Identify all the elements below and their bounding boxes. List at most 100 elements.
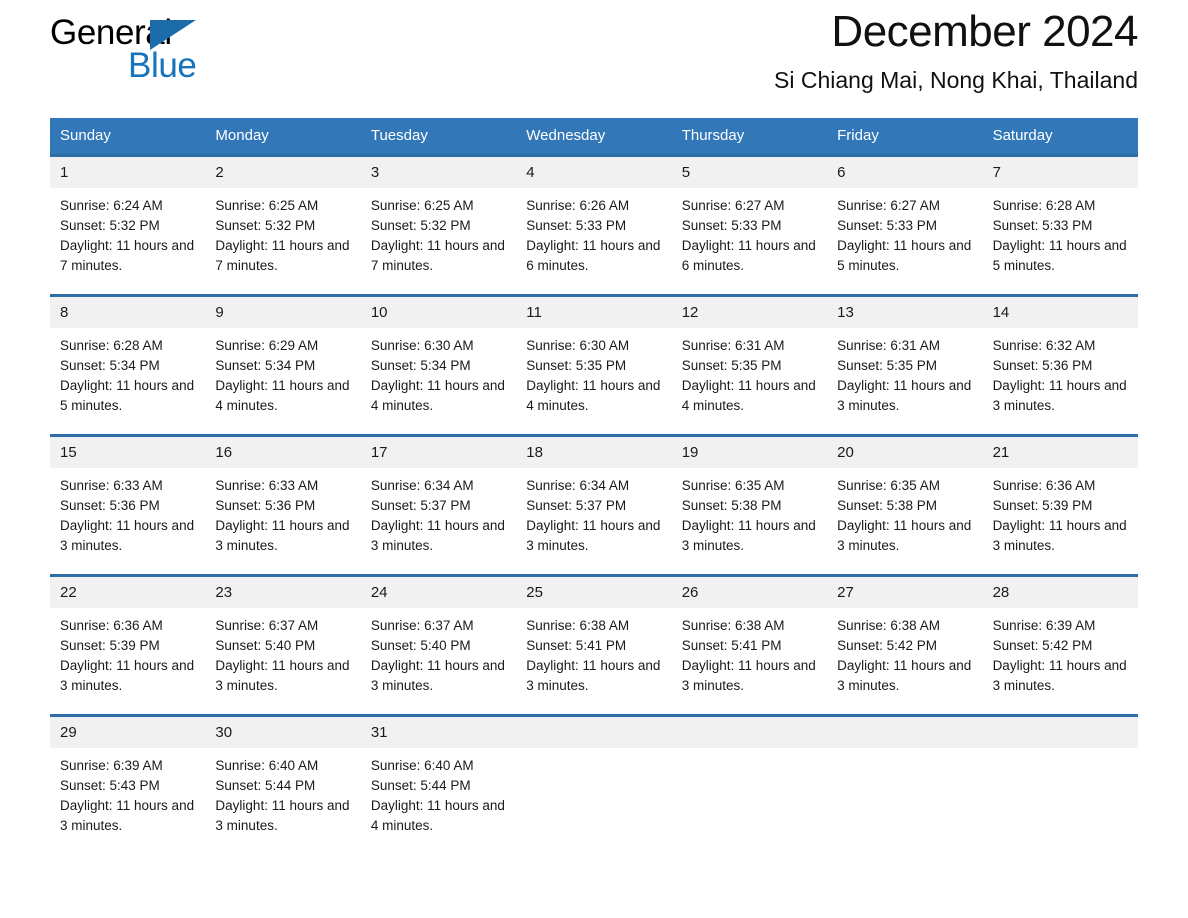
sunrise-text: Sunrise: 6:31 AM bbox=[681, 338, 785, 353]
daylight-text: Daylight: 11 hours and 5 minutes. bbox=[992, 238, 1127, 273]
day-number[interactable]: 17 bbox=[361, 437, 516, 468]
sunset-text: Sunset: 5:37 PM bbox=[370, 498, 471, 513]
sunrise-text: Sunrise: 6:38 AM bbox=[526, 618, 630, 633]
day-number[interactable]: 25 bbox=[516, 577, 671, 608]
general-blue-logo[interactable]: General Blue bbox=[50, 14, 350, 94]
sunrise-text: Sunrise: 6:38 AM bbox=[681, 618, 785, 633]
day-cell[interactable]: Sunrise: 6:39 AM Sunset: 5:43 PM Dayligh… bbox=[50, 748, 205, 854]
sunset-text: Sunset: 5:37 PM bbox=[526, 498, 627, 513]
calendar-week-row: 22 23 24 25 26 27 28 Sunrise: 6:36 AM Su… bbox=[50, 574, 1138, 714]
day-number[interactable]: 30 bbox=[205, 717, 360, 748]
weekday-monday: Monday bbox=[215, 127, 269, 144]
day-number[interactable]: 23 bbox=[205, 577, 360, 608]
sunset-text: Sunset: 5:33 PM bbox=[681, 218, 782, 233]
sunrise-text: Sunrise: 6:24 AM bbox=[60, 198, 163, 213]
day-cell[interactable]: Sunrise: 6:40 AM Sunset: 5:44 PM Dayligh… bbox=[361, 748, 516, 854]
week-daynumber-band: 22 23 24 25 26 27 28 bbox=[50, 577, 1138, 608]
day-number[interactable]: 2 bbox=[205, 157, 360, 188]
weekday-sunday: Sunday bbox=[60, 127, 111, 144]
day-cell[interactable]: Sunrise: 6:33 AM Sunset: 5:36 PM Dayligh… bbox=[205, 468, 360, 574]
day-number[interactable]: 1 bbox=[50, 157, 205, 188]
sunrise-text: Sunrise: 6:33 AM bbox=[215, 478, 319, 493]
day-number[interactable]: 3 bbox=[361, 157, 516, 188]
day-cell[interactable]: Sunrise: 6:39 AM Sunset: 5:42 PM Dayligh… bbox=[983, 608, 1138, 714]
day-number[interactable]: 27 bbox=[827, 577, 982, 608]
day-number[interactable]: 20 bbox=[827, 437, 982, 468]
sunrise-text: Sunrise: 6:34 AM bbox=[370, 478, 474, 493]
day-number[interactable]: 8 bbox=[50, 297, 205, 328]
day-cell[interactable]: Sunrise: 6:24 AM Sunset: 5:32 PM Dayligh… bbox=[50, 188, 205, 294]
month-calendar: Sunday Monday Tuesday Wednesday Thursday… bbox=[50, 118, 1138, 854]
daylight-text: Daylight: 11 hours and 3 minutes. bbox=[837, 378, 972, 413]
day-cell[interactable]: Sunrise: 6:28 AM Sunset: 5:33 PM Dayligh… bbox=[983, 188, 1138, 294]
day-number[interactable]: 22 bbox=[50, 577, 205, 608]
day-number[interactable]: 26 bbox=[672, 577, 827, 608]
day-number[interactable]: 12 bbox=[672, 297, 827, 328]
daylight-text: Daylight: 11 hours and 6 minutes. bbox=[526, 238, 661, 273]
daylight-text: Daylight: 11 hours and 6 minutes. bbox=[681, 238, 816, 273]
day-cell-empty bbox=[672, 717, 827, 748]
weekday-header-row: Sunday Monday Tuesday Wednesday Thursday… bbox=[50, 118, 1138, 154]
sunrise-text: Sunrise: 6:36 AM bbox=[992, 478, 1096, 493]
day-number[interactable]: 19 bbox=[672, 437, 827, 468]
sunrise-text: Sunrise: 6:39 AM bbox=[992, 618, 1096, 633]
day-cell[interactable]: Sunrise: 6:25 AM Sunset: 5:32 PM Dayligh… bbox=[205, 188, 360, 294]
daylight-text: Daylight: 11 hours and 3 minutes. bbox=[370, 518, 505, 553]
daylight-text: Daylight: 11 hours and 3 minutes. bbox=[215, 798, 350, 833]
day-cell[interactable]: Sunrise: 6:38 AM Sunset: 5:41 PM Dayligh… bbox=[516, 608, 671, 714]
day-number[interactable]: 29 bbox=[50, 717, 205, 748]
day-number[interactable]: 28 bbox=[983, 577, 1138, 608]
day-cell[interactable]: Sunrise: 6:37 AM Sunset: 5:40 PM Dayligh… bbox=[361, 608, 516, 714]
day-cell[interactable]: Sunrise: 6:36 AM Sunset: 5:39 PM Dayligh… bbox=[983, 468, 1138, 574]
day-number[interactable]: 7 bbox=[983, 157, 1138, 188]
day-cell[interactable]: Sunrise: 6:34 AM Sunset: 5:37 PM Dayligh… bbox=[361, 468, 516, 574]
day-number[interactable]: 15 bbox=[50, 437, 205, 468]
day-number[interactable]: 5 bbox=[672, 157, 827, 188]
day-number[interactable]: 11 bbox=[516, 297, 671, 328]
day-cell[interactable]: Sunrise: 6:33 AM Sunset: 5:36 PM Dayligh… bbox=[50, 468, 205, 574]
day-cell[interactable]: Sunrise: 6:25 AM Sunset: 5:32 PM Dayligh… bbox=[361, 188, 516, 294]
page-subtitle-location: Si Chiang Mai, Nong Khai, Thailand bbox=[774, 67, 1138, 93]
calendar-week-row: 1 2 3 4 5 6 7 Sunrise: 6:24 AM Sunset: 5… bbox=[50, 154, 1138, 294]
day-cell[interactable]: Sunrise: 6:30 AM Sunset: 5:35 PM Dayligh… bbox=[516, 328, 671, 434]
day-number[interactable]: 21 bbox=[983, 437, 1138, 468]
day-cell[interactable]: Sunrise: 6:38 AM Sunset: 5:41 PM Dayligh… bbox=[672, 608, 827, 714]
day-number[interactable]: 9 bbox=[205, 297, 360, 328]
sunrise-text: Sunrise: 6:31 AM bbox=[837, 338, 940, 353]
day-number[interactable]: 10 bbox=[361, 297, 516, 328]
sunrise-text: Sunrise: 6:30 AM bbox=[370, 338, 474, 353]
day-cell[interactable]: Sunrise: 6:31 AM Sunset: 5:35 PM Dayligh… bbox=[672, 328, 827, 434]
day-number[interactable]: 14 bbox=[983, 297, 1138, 328]
day-cell[interactable]: Sunrise: 6:31 AM Sunset: 5:35 PM Dayligh… bbox=[827, 328, 982, 434]
day-cell[interactable]: Sunrise: 6:34 AM Sunset: 5:37 PM Dayligh… bbox=[516, 468, 671, 574]
day-number[interactable]: 31 bbox=[361, 717, 516, 748]
day-number[interactable]: 18 bbox=[516, 437, 671, 468]
day-cell[interactable]: Sunrise: 6:30 AM Sunset: 5:34 PM Dayligh… bbox=[361, 328, 516, 434]
day-number[interactable]: 4 bbox=[516, 157, 671, 188]
day-number[interactable]: 24 bbox=[361, 577, 516, 608]
day-cell[interactable]: Sunrise: 6:28 AM Sunset: 5:34 PM Dayligh… bbox=[50, 328, 205, 434]
day-cell[interactable]: Sunrise: 6:27 AM Sunset: 5:33 PM Dayligh… bbox=[672, 188, 827, 294]
day-cell[interactable]: Sunrise: 6:32 AM Sunset: 5:36 PM Dayligh… bbox=[983, 328, 1138, 434]
sunset-text: Sunset: 5:44 PM bbox=[370, 778, 471, 793]
daylight-text: Daylight: 11 hours and 4 minutes. bbox=[215, 378, 350, 413]
day-cell[interactable]: Sunrise: 6:26 AM Sunset: 5:33 PM Dayligh… bbox=[516, 188, 671, 294]
day-cell[interactable]: Sunrise: 6:37 AM Sunset: 5:40 PM Dayligh… bbox=[205, 608, 360, 714]
sunrise-text: Sunrise: 6:36 AM bbox=[60, 618, 163, 633]
week-detail-band: Sunrise: 6:33 AM Sunset: 5:36 PM Dayligh… bbox=[50, 468, 1138, 574]
day-number[interactable]: 6 bbox=[827, 157, 982, 188]
sunrise-text: Sunrise: 6:37 AM bbox=[370, 618, 474, 633]
day-cell[interactable]: Sunrise: 6:35 AM Sunset: 5:38 PM Dayligh… bbox=[672, 468, 827, 574]
sunrise-text: Sunrise: 6:40 AM bbox=[215, 758, 319, 773]
day-cell[interactable]: Sunrise: 6:35 AM Sunset: 5:38 PM Dayligh… bbox=[827, 468, 982, 574]
day-cell[interactable]: Sunrise: 6:40 AM Sunset: 5:44 PM Dayligh… bbox=[205, 748, 360, 854]
day-cell[interactable]: Sunrise: 6:38 AM Sunset: 5:42 PM Dayligh… bbox=[827, 608, 982, 714]
day-number[interactable]: 13 bbox=[827, 297, 982, 328]
day-cell[interactable]: Sunrise: 6:29 AM Sunset: 5:34 PM Dayligh… bbox=[205, 328, 360, 434]
weekday-thursday: Thursday bbox=[681, 127, 745, 144]
day-cell[interactable]: Sunrise: 6:27 AM Sunset: 5:33 PM Dayligh… bbox=[827, 188, 982, 294]
day-number[interactable]: 16 bbox=[205, 437, 360, 468]
day-cell[interactable]: Sunrise: 6:36 AM Sunset: 5:39 PM Dayligh… bbox=[50, 608, 205, 714]
sunset-text: Sunset: 5:36 PM bbox=[60, 498, 160, 513]
weekday-wednesday: Wednesday bbox=[526, 127, 606, 144]
